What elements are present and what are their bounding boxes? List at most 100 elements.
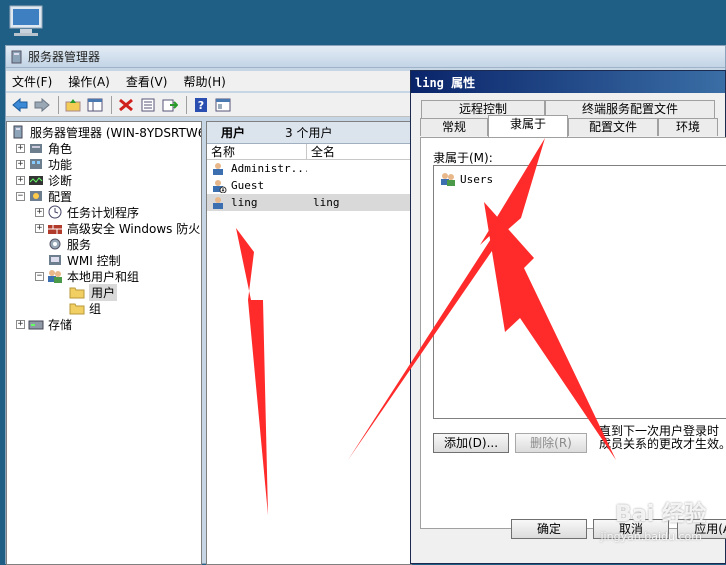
tab-row-back: 远程控制 终端服务配置文件 (421, 100, 715, 118)
show-hide-tree-icon[interactable] (85, 95, 105, 115)
tree-label: WMI 控制 (67, 253, 121, 268)
change-note: 直到下一次用户登录时 成员关系的更改才生效。 (599, 425, 726, 451)
tab-profile[interactable]: 配置文件 (568, 118, 658, 136)
tab-terminal-services[interactable]: 终端服务配置文件 (545, 100, 715, 118)
tree-item-groups[interactable]: 组 (7, 300, 201, 316)
storage-icon (28, 317, 44, 331)
column-headers: 名称 全名 (207, 144, 411, 160)
tree-item-users[interactable]: 用户 (7, 283, 201, 301)
member-of-list[interactable]: Users (433, 165, 726, 419)
features-icon (28, 157, 44, 171)
expand-icon[interactable]: + (16, 175, 25, 185)
svg-text:?: ? (198, 99, 204, 112)
tree-item-task-scheduler[interactable]: + 任务计划程序 (7, 204, 201, 220)
tree-item-config[interactable]: − 配置 (7, 188, 201, 204)
table-row[interactable]: Administr... (207, 160, 411, 177)
toolbar-separator (111, 95, 112, 114)
list-header: 用户 3 个用户 (207, 122, 411, 144)
tree-label: 本地用户和组 (67, 269, 140, 284)
table-row[interactable]: Guest (207, 177, 411, 194)
gear-icon (47, 237, 63, 251)
tree-root[interactable]: 服务器管理器 (WIN-8YDSRTW6IA (7, 124, 201, 140)
tree-label: 存储 (48, 317, 73, 332)
up-folder-icon[interactable] (63, 95, 83, 115)
toolbar-separator (186, 95, 187, 114)
user-list-pane: 用户 3 个用户 名称 全名 Administr... Guest ling l… (206, 121, 412, 565)
remove-button[interactable]: 删除(R) (515, 433, 587, 453)
dialog-title: ling 属性 (415, 75, 476, 90)
wmi-icon (47, 253, 63, 267)
user-icon (211, 162, 227, 176)
tree-item-roles[interactable]: + 角色 (7, 140, 201, 156)
collapse-icon[interactable]: − (16, 191, 25, 201)
main-title: 服务器管理器 (28, 50, 101, 64)
tab-member-of[interactable]: 隶属于 (488, 115, 568, 137)
menu-view[interactable]: 查看(V) (126, 73, 168, 90)
list-count: 3 个用户 (285, 126, 333, 140)
menu-help[interactable]: 帮助(H) (183, 73, 225, 90)
menu-action[interactable]: 操作(A) (68, 73, 110, 90)
baidu-watermark-url: jingyan.baidu.com (600, 530, 702, 543)
folder-icon (69, 301, 85, 315)
expand-icon[interactable]: + (16, 319, 25, 329)
tab-general[interactable]: 常规 (420, 118, 488, 136)
tree-label: 任务计划程序 (67, 205, 140, 220)
properties-dialog: ling 属性 远程控制 终端服务配置文件 常规 隶属于 配置文件 环境 隶属于… (410, 70, 726, 564)
user-icon (211, 196, 227, 210)
expand-icon[interactable]: + (35, 207, 44, 217)
expand-icon[interactable]: + (16, 143, 25, 153)
row-name: Guest (231, 179, 265, 192)
group-icon (440, 172, 456, 186)
menu-file[interactable]: 文件(F) (12, 73, 52, 90)
tree-item-firewall[interactable]: + 高级安全 Windows 防火 (7, 220, 201, 236)
tree-label: 组 (89, 301, 102, 316)
tree-label: 配置 (48, 189, 73, 204)
ok-button[interactable]: 确定 (511, 519, 587, 539)
tree-label: 功能 (48, 157, 73, 172)
list-item[interactable]: Users (440, 172, 493, 186)
dialog-titlebar[interactable]: ling 属性 (411, 71, 725, 93)
tree-item-features[interactable]: + 功能 (7, 156, 201, 172)
tab-row-front: 常规 隶属于 配置文件 环境 (420, 115, 718, 137)
table-row[interactable]: ling ling (207, 194, 411, 211)
forward-icon[interactable] (32, 95, 52, 115)
console-view-icon[interactable] (213, 95, 233, 115)
expand-icon[interactable]: + (16, 159, 25, 169)
baidu-watermark: Bai 经验 (615, 502, 706, 527)
delete-icon[interactable] (116, 95, 136, 115)
folder-icon (69, 285, 85, 299)
computer-desktop-icon[interactable] (4, 2, 48, 42)
row-name: Administr... (231, 162, 307, 175)
main-titlebar[interactable]: 服务器管理器 (6, 46, 725, 68)
back-icon[interactable] (10, 95, 30, 115)
server-manager-icon (10, 50, 24, 64)
firewall-icon (47, 221, 63, 235)
tree-label: 用户 (89, 283, 118, 301)
navigation-tree: 服务器管理器 (WIN-8YDSRTW6IA + 角色 + 功能 + 诊断 − … (6, 121, 202, 565)
collapse-icon[interactable]: − (35, 271, 44, 281)
add-button[interactable]: 添加(D)... (433, 433, 509, 453)
properties-icon[interactable] (138, 95, 158, 115)
column-name[interactable]: 名称 (207, 144, 307, 159)
config-icon (28, 189, 44, 203)
note-line-2: 成员关系的更改才生效。 (599, 437, 726, 451)
expand-icon[interactable]: + (35, 223, 44, 233)
diagnostics-icon (28, 173, 44, 187)
export-list-icon[interactable] (160, 95, 180, 115)
help-icon[interactable]: ? (191, 95, 211, 115)
users-group-icon (47, 269, 63, 283)
member-name: Users (460, 172, 494, 186)
tree-item-diagnostics[interactable]: + 诊断 (7, 172, 201, 188)
server-icon (10, 125, 26, 139)
row-fullname: ling (313, 196, 340, 209)
tree-label: 高级安全 Windows 防火 (67, 221, 201, 236)
tree-label: 角色 (48, 141, 73, 156)
tab-environment[interactable]: 环境 (658, 118, 718, 136)
tree-item-services[interactable]: 服务 (7, 236, 201, 252)
column-fullname[interactable]: 全名 (307, 144, 411, 159)
tree-label: 诊断 (48, 173, 73, 188)
tree-item-storage[interactable]: + 存储 (7, 316, 201, 332)
tree-item-local-users[interactable]: − 本地用户和组 (7, 268, 201, 284)
member-of-label: 隶属于(M): (433, 151, 493, 165)
tree-item-wmi[interactable]: WMI 控制 (7, 252, 201, 268)
